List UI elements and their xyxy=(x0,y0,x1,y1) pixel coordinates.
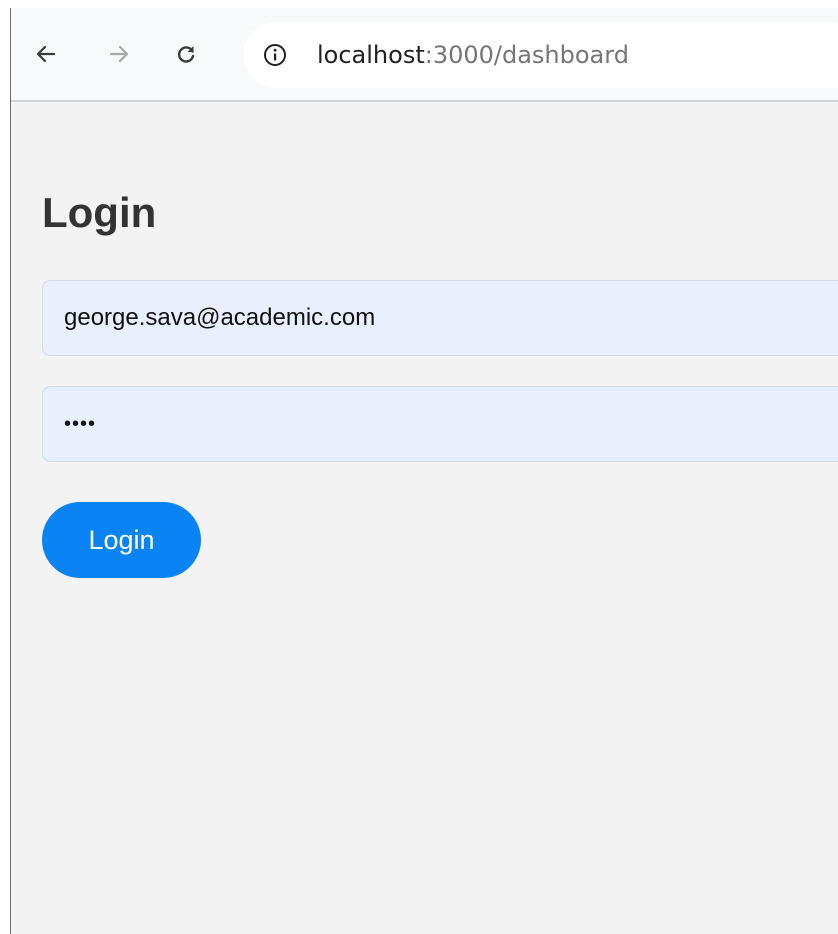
password-field[interactable] xyxy=(42,386,838,462)
browser-toolbar: localhost:3000/dashboard xyxy=(11,8,838,102)
info-circle-icon[interactable] xyxy=(257,37,293,73)
back-button[interactable] xyxy=(28,36,64,72)
forward-button[interactable] xyxy=(101,36,137,72)
page-title: Login xyxy=(42,189,157,236)
login-button[interactable]: Login xyxy=(42,502,201,578)
arrow-left-icon xyxy=(36,45,56,63)
email-field[interactable] xyxy=(42,280,838,356)
arrow-right-icon xyxy=(109,45,129,63)
address-bar[interactable]: localhost:3000/dashboard xyxy=(243,22,838,88)
url-host: localhost xyxy=(317,41,425,69)
browser-window: localhost:3000/dashboard Login Login xyxy=(10,8,838,934)
page-content: Login Login xyxy=(11,102,838,934)
url-path: :3000/dashboard xyxy=(424,41,629,69)
reload-icon xyxy=(178,46,195,63)
reload-button[interactable] xyxy=(168,36,204,72)
address-url[interactable]: localhost:3000/dashboard xyxy=(317,22,629,88)
